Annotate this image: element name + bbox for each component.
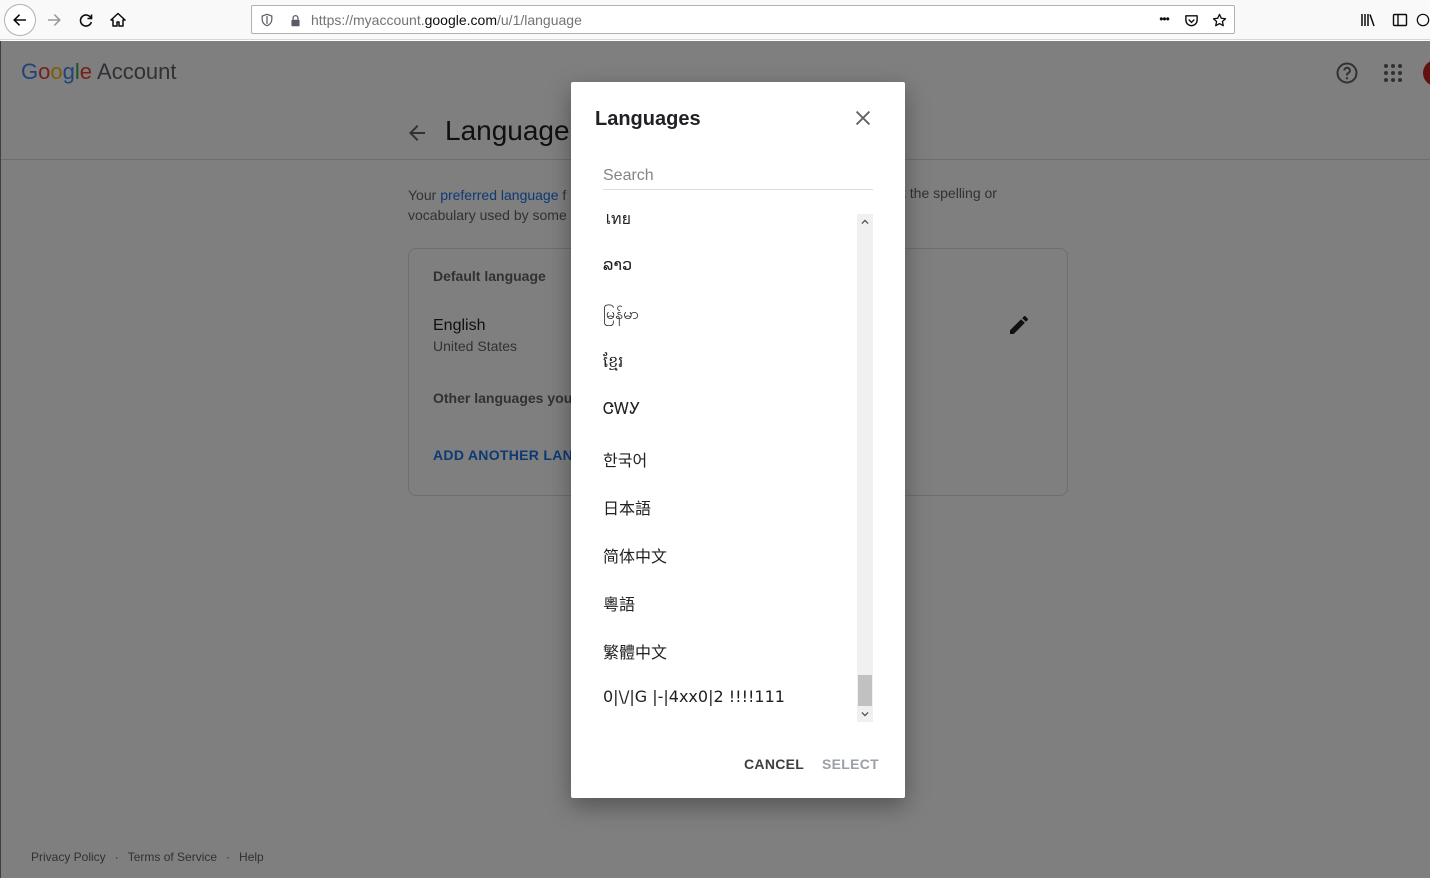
language-option[interactable]: မြန်မာ [603,303,639,327]
dialog-title: Languages [595,108,701,130]
language-option[interactable]: ᏣᎳᎩ [603,399,640,419]
url-path: /u/1/language [497,12,582,28]
select-button[interactable]: SELECT [822,756,879,772]
close-icon[interactable] [851,106,875,130]
language-list-scrollbar[interactable] [857,214,873,722]
more-actions-icon[interactable]: ••• [1155,11,1173,27]
reload-icon [79,14,93,27]
back-button[interactable] [4,4,36,36]
home-button[interactable] [102,4,134,36]
language-option[interactable]: 日本語 [603,495,651,519]
shield-icon[interactable] [259,12,275,28]
arrow-right-icon [48,14,61,26]
firefox-account-icon [1416,13,1430,27]
sidebar-button[interactable] [1384,4,1416,36]
library-button[interactable] [1352,4,1384,36]
language-option[interactable]: 0|\/|G |-|4xx0|2 !!!!111 [603,687,785,706]
language-option[interactable]: ไทย [603,214,631,232]
cancel-button[interactable]: CANCEL [744,756,804,772]
account-button[interactable] [1416,4,1430,36]
languages-dialog: Languages ไทย ລາວ မြန်မာ ខ្មែរ ᏣᎳᎩ 한국어 日… [571,82,905,798]
forward-button[interactable] [38,4,70,36]
language-option[interactable]: 한국어 [603,447,647,471]
scroll-down-icon[interactable] [857,706,873,722]
language-option[interactable]: 粵語 [603,591,635,615]
reload-button[interactable] [70,4,102,36]
arrow-left-icon [13,14,26,26]
url-prefix: https://myaccount. [311,12,425,28]
language-option[interactable]: ខ្មែរ [603,351,623,375]
language-option[interactable]: ລາວ [603,255,632,274]
scrollbar-thumb[interactable] [858,675,872,706]
pocket-icon[interactable] [1183,12,1199,28]
library-icon [1361,14,1375,27]
language-option[interactable]: 简体中文 [603,543,667,567]
language-list: ไทย ລາວ မြန်မာ ខ្មែរ ᏣᎳᎩ 한국어 日本語 简体中文 粵語… [595,214,850,722]
bookmark-star-icon[interactable] [1211,12,1227,28]
url-text[interactable]: https://myaccount.google.com/u/1/languag… [311,12,582,28]
language-search-input[interactable] [603,162,873,190]
home-icon [110,12,126,27]
language-option[interactable]: 繁體中文 [603,639,667,663]
window-edge [0,41,1,878]
lock-icon[interactable] [287,12,303,28]
browser-toolbar: https://myaccount.google.com/u/1/languag… [0,0,1430,40]
url-bar[interactable]: https://myaccount.google.com/u/1/languag… [251,5,1235,34]
sidebar-icon [1392,13,1408,27]
scroll-up-icon[interactable] [857,214,873,230]
url-host: google.com [424,12,497,28]
